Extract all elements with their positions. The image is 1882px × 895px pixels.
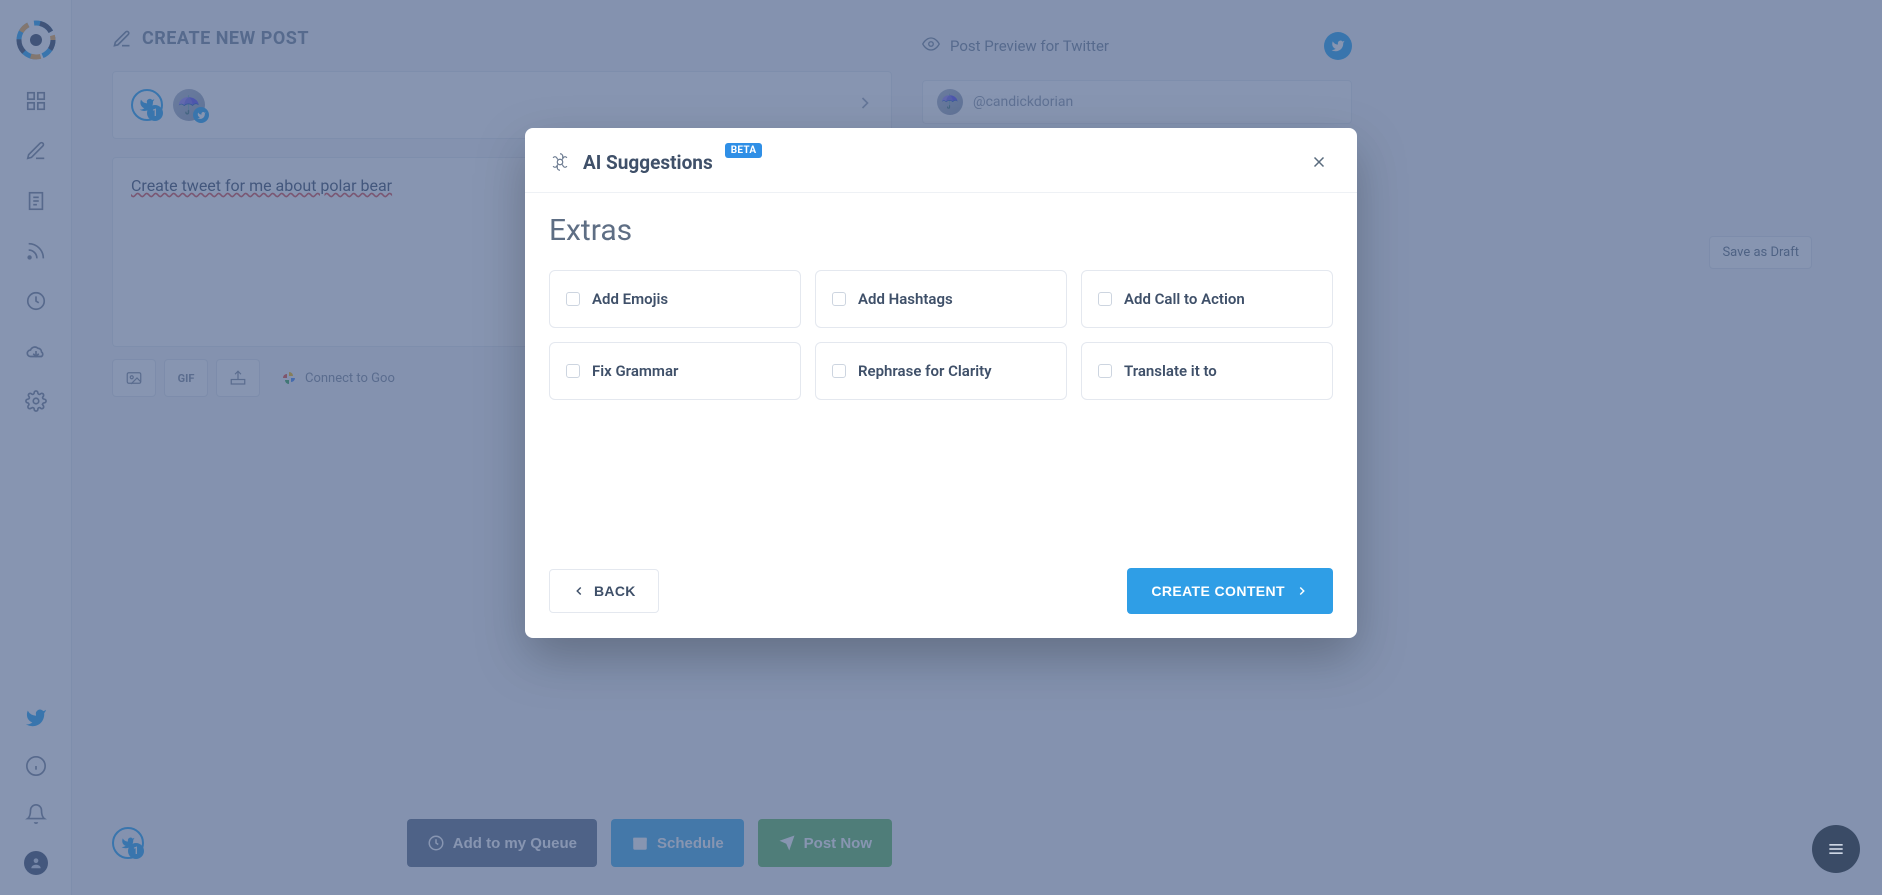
checkbox-icon	[1098, 292, 1112, 306]
option-label: Translate it to	[1124, 362, 1217, 380]
option-label: Add Hashtags	[858, 290, 953, 308]
menu-icon	[1826, 839, 1846, 859]
option-rephrase[interactable]: Rephrase for Clarity	[815, 342, 1067, 400]
extras-heading: Extras	[549, 213, 1333, 248]
ai-suggestions-modal: AI Suggestions BETA Extras Add Emojis Ad…	[525, 128, 1357, 638]
chevron-left-icon	[572, 584, 586, 598]
option-fix-grammar[interactable]: Fix Grammar	[549, 342, 801, 400]
option-label: Add Emojis	[592, 290, 668, 308]
menu-fab[interactable]	[1812, 825, 1860, 873]
modal-header: AI Suggestions BETA	[525, 128, 1357, 193]
option-label: Add Call to Action	[1124, 290, 1245, 308]
options-grid: Add Emojis Add Hashtags Add Call to Acti…	[549, 270, 1333, 400]
beta-badge: BETA	[725, 143, 763, 158]
create-content-button[interactable]: CREATE CONTENT	[1127, 568, 1333, 614]
option-add-emojis[interactable]: Add Emojis	[549, 270, 801, 328]
checkbox-icon	[1098, 364, 1112, 378]
create-label: CREATE CONTENT	[1151, 583, 1285, 599]
back-label: BACK	[594, 583, 636, 599]
option-label: Rephrase for Clarity	[858, 362, 992, 380]
back-button[interactable]: BACK	[549, 569, 659, 613]
close-button[interactable]	[1305, 148, 1333, 176]
option-add-hashtags[interactable]: Add Hashtags	[815, 270, 1067, 328]
modal-footer: BACK CREATE CONTENT	[525, 550, 1357, 638]
modal-title: AI Suggestions	[583, 151, 713, 174]
checkbox-icon	[566, 292, 580, 306]
modal-overlay: AI Suggestions BETA Extras Add Emojis Ad…	[0, 0, 1882, 895]
ai-icon	[549, 151, 571, 173]
option-translate[interactable]: Translate it to	[1081, 342, 1333, 400]
option-label: Fix Grammar	[592, 362, 678, 380]
checkbox-icon	[832, 364, 846, 378]
option-add-cta[interactable]: Add Call to Action	[1081, 270, 1333, 328]
chevron-right-icon	[1295, 584, 1309, 598]
checkbox-icon	[566, 364, 580, 378]
checkbox-icon	[832, 292, 846, 306]
modal-body: Extras Add Emojis Add Hashtags Add Call …	[525, 193, 1357, 410]
